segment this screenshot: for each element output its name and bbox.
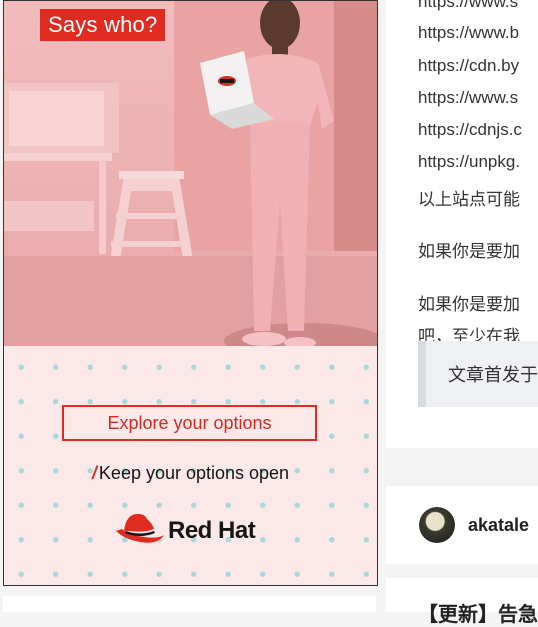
author-name[interactable]: akatale: [468, 515, 529, 536]
paragraph-2-line-1: 如果你是要加: [418, 295, 520, 314]
section-gap: [386, 448, 538, 486]
explore-options-button[interactable]: Explore your options: [62, 405, 317, 441]
author-card[interactable]: akatale: [386, 486, 538, 564]
red-hat-logo[interactable]: Red Hat: [114, 509, 274, 555]
cdn-link-3[interactable]: https://cdn.by: [418, 56, 519, 76]
next-post-title[interactable]: 【更新】告急: [418, 598, 538, 627]
cdn-link-4[interactable]: https://www.s: [418, 88, 518, 108]
cdn-link-1[interactable]: https://www.s: [418, 0, 518, 12]
ad-photo: Says who?: [4, 1, 377, 346]
ad-headline-badge: Says who?: [40, 9, 166, 41]
ad-tagline: / Keep your options open: [4, 463, 377, 484]
ad-illustration: [4, 1, 377, 346]
blockquote: 文章首发于: [418, 341, 538, 407]
advertisement-card[interactable]: Says who? Explore your options / Keep you…: [3, 0, 378, 586]
cdn-link-2[interactable]: https://www.b: [418, 23, 519, 43]
blockquote-text: 文章首发于: [448, 365, 538, 385]
cdn-link-6[interactable]: https://unpkg.: [418, 152, 520, 172]
section-gap-2: [386, 564, 538, 578]
article-column: https://www.s https://www.b https://cdn.…: [386, 0, 538, 626]
red-hat-wordmark: Red Hat: [168, 517, 256, 544]
author-avatar[interactable]: [419, 507, 455, 543]
tagline-text: Keep your options open: [98, 463, 290, 483]
sites-note: 以上站点可能: [418, 190, 520, 209]
tagline-slash: /: [91, 463, 97, 483]
next-card-top: [3, 596, 376, 612]
paragraph-1: 如果你是要加: [418, 242, 520, 261]
cdn-link-5[interactable]: https://cdnjs.c: [418, 120, 522, 140]
red-hat-icon: [116, 513, 164, 543]
